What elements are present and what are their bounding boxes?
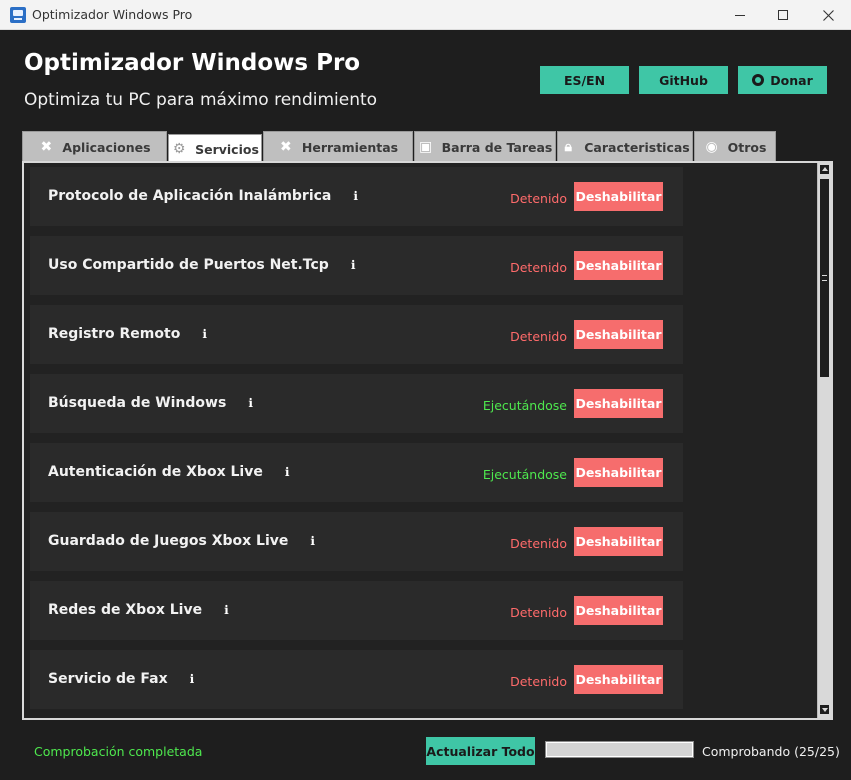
disable-service-button[interactable]: Deshabilitar [574,389,663,418]
tab-label: Herramientas [301,139,399,155]
tab-otros[interactable]: ◉ Otros [694,131,776,162]
tab-herramientas[interactable]: ✖ Herramientas [263,131,413,162]
vertical-scrollbar[interactable] [817,163,831,718]
info-icon[interactable]: ℹ [351,258,361,272]
services-list: Protocolo de Aplicación Inalámbrica ℹ Dete… [30,167,683,718]
service-status: Detenido [510,191,567,206]
service-name-label: Registro Remoto [48,326,181,342]
service-name: Guardado de Juegos Xbox Live ℹ [48,533,320,549]
tab-label: Otros [727,139,767,155]
service-status: Detenido [510,536,567,551]
lock-icon: 🔒︎ [564,139,572,155]
service-name-label: Uso Compartido de Puertos Net.Tcp [48,257,329,273]
service-row: Redes de Xbox Live ℹ Detenido Deshabilitar [30,581,683,640]
info-icon[interactable]: ℹ [285,465,295,479]
tab-label: Servicios [195,141,259,157]
window-title: Optimizador Windows Pro [32,7,193,22]
app-icon [10,7,26,23]
disable-service-button[interactable]: Deshabilitar [574,527,663,556]
info-icon[interactable]: ℹ [353,189,363,203]
window-titlebar: Optimizador Windows Pro [0,0,851,30]
maximize-button[interactable] [760,0,806,30]
service-name: Uso Compartido de Puertos Net.Tcp ℹ [48,257,361,273]
github-button[interactable]: GitHub [639,66,728,94]
tools-icon: ✖ [280,139,292,155]
scrollbar-thumb[interactable] [818,177,831,379]
palette-icon: ◉ [705,139,718,155]
scroll-up-arrow-icon[interactable] [818,163,831,176]
service-name-label: Protocolo de Aplicación Inalámbrica [48,188,332,204]
tab-label: Caracteristicas [584,139,690,155]
service-status: Detenido [510,329,567,344]
donate-icon [752,74,765,86]
service-row: Protocolo de Aplicación Inalámbrica ℹ Dete… [30,167,683,226]
disable-service-button[interactable]: Deshabilitar [574,251,663,280]
disable-service-button[interactable]: Deshabilitar [574,596,663,625]
service-name: Redes de Xbox Live ℹ [48,602,234,618]
tab-bar: ✖ Aplicaciones ⚙ Servicios ✖ Herramienta… [22,130,782,163]
donate-label: Donar [770,72,813,88]
service-status: Ejecutándose [482,398,567,413]
tab-caracteristicas[interactable]: 🔒︎ Caracteristicas [557,131,693,162]
progress-label: Comprobando (25/25) [702,744,840,759]
tab-servicios[interactable]: ⚙ Servicios [168,134,262,163]
minimize-icon [735,14,745,16]
disable-service-button[interactable]: Deshabilitar [574,182,663,211]
grip-icon [822,275,827,281]
tab-aplicaciones[interactable]: ✖ Aplicaciones [22,131,167,162]
language-toggle-button[interactable]: ES/EN [540,66,629,94]
app-title: Optimizador Windows Pro [24,50,361,76]
service-row: Guardado de Juegos Xbox Live ℹ Detenido Des… [30,512,683,571]
info-icon[interactable]: ℹ [202,327,212,341]
app-subtitle: Optimiza tu PC para máximo rendimiento [24,90,378,110]
tab-label: Aplicaciones [62,139,151,155]
service-status: Detenido [510,605,567,620]
service-name: Protocolo de Aplicación Inalámbrica ℹ [48,188,363,204]
service-row: Registro Remoto ℹ Detenido Deshabilitar [30,305,683,364]
services-panel: Protocolo de Aplicación Inalámbrica ℹ Dete… [22,161,833,720]
service-name-label: Búsqueda de Windows [48,395,227,411]
tools-icon: ✖ [40,139,53,155]
progress-bar [545,741,694,758]
service-name-label: Servicio de Fax [48,671,168,687]
service-name-label: Guardado de Juegos Xbox Live [48,533,289,549]
donate-button[interactable]: Donar [738,66,827,94]
service-status: Detenido [510,260,567,275]
service-name: Servicio de Fax ℹ [48,671,200,687]
service-name-label: Autenticación de Xbox Live [48,464,263,480]
progress-fill [546,742,693,757]
scroll-down-arrow-icon[interactable] [818,703,831,716]
footer-status-text: Comprobación completada [34,744,203,759]
service-row: Servicio de Fax ℹ Detenido Deshabilitar [30,650,683,709]
service-name: Búsqueda de Windows ℹ [48,395,258,411]
close-icon [822,9,834,21]
info-icon[interactable]: ℹ [224,603,234,617]
close-button[interactable] [805,0,851,30]
info-icon[interactable]: ℹ [190,672,200,686]
gear-icon: ⚙ [172,141,186,157]
info-icon[interactable]: ℹ [310,534,320,548]
disable-service-button[interactable]: Deshabilitar [574,320,663,349]
info-icon[interactable]: ℹ [248,396,258,410]
disable-service-button[interactable]: Deshabilitar [574,458,663,487]
service-row: Autenticación de Xbox Live ℹ Ejecutándose D… [30,443,683,502]
refresh-all-button[interactable]: Actualizar Todo [426,737,535,765]
maximize-icon [778,10,788,20]
tab-label: Barra de Tareas [441,139,553,155]
service-name: Autenticación de Xbox Live ℹ [48,464,295,480]
service-row: Uso Compartido de Puertos Net.Tcp ℹ Deteni… [30,236,683,295]
taskbar-icon: ▣ [419,139,433,155]
service-status: Ejecutándose [482,467,567,482]
service-name: Registro Remoto ℹ [48,326,212,342]
service-status: Detenido [510,674,567,689]
service-row: Búsqueda de Windows ℹ Ejecutándose Deshabil… [30,374,683,433]
service-name-label: Redes de Xbox Live [48,602,203,618]
tab-barra-de-tareas[interactable]: ▣ Barra de Tareas [414,131,556,162]
disable-service-button[interactable]: Deshabilitar [574,665,663,694]
minimize-button[interactable] [717,0,763,30]
